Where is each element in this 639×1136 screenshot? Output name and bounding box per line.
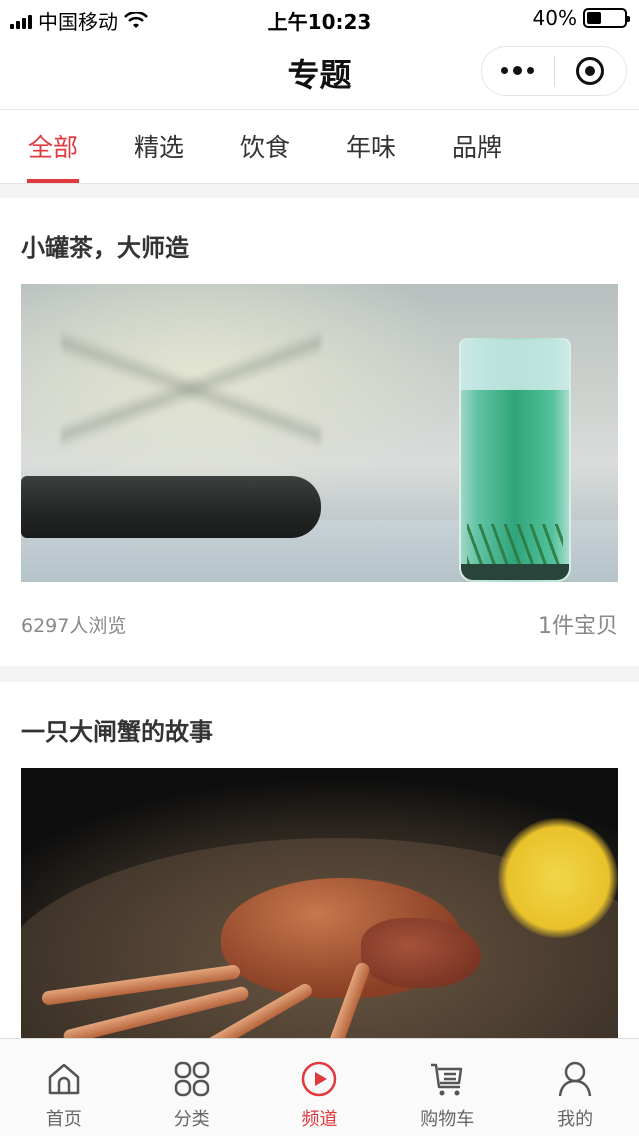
- tabbar-cart[interactable]: 购物车: [383, 1039, 511, 1136]
- more-menu-button[interactable]: [482, 66, 554, 75]
- topic-title: 小罐茶，大师造: [21, 234, 189, 262]
- tabbar-category[interactable]: 分类: [128, 1039, 256, 1136]
- battery-icon: [583, 8, 630, 28]
- tabbar-label: 频道: [301, 1109, 338, 1130]
- tab-new-year[interactable]: 年味: [318, 110, 424, 183]
- topic-list: 小罐茶，大师造 6297人浏览 1件宝贝 一只大闸蟹的故事: [0, 198, 639, 1038]
- target-icon: [576, 57, 605, 85]
- bamboo-leaves-blur: [61, 304, 321, 474]
- item-count: 1件宝贝: [538, 614, 618, 639]
- stone-slab: [21, 476, 321, 538]
- nav-bar: 专题: [0, 36, 639, 110]
- topic-title: 一只大闸蟹的故事: [21, 718, 213, 746]
- crab-image[interactable]: [21, 768, 618, 1038]
- category-icon: [174, 1061, 209, 1097]
- topic-card[interactable]: 小罐茶，大师造 6297人浏览 1件宝贝: [0, 198, 639, 666]
- glass-of-tea: [459, 338, 571, 582]
- chrysanthemum: [498, 818, 618, 938]
- tabbar-label: 分类: [173, 1109, 210, 1130]
- view-count: 6297人浏览: [21, 614, 127, 637]
- close-miniprogram-button[interactable]: [555, 57, 627, 85]
- tea-glass-image[interactable]: [21, 284, 618, 582]
- user-icon: [558, 1061, 592, 1097]
- status-right: 40%: [532, 6, 630, 30]
- tab-all[interactable]: 全部: [0, 110, 106, 183]
- tabbar-channel[interactable]: 频道: [256, 1039, 384, 1136]
- tabbar-label: 首页: [45, 1109, 82, 1130]
- play-icon: [302, 1061, 337, 1097]
- battery-percent: 40%: [532, 6, 577, 30]
- tabbar-label: 购物车: [420, 1109, 475, 1130]
- tab-featured[interactable]: 精选: [106, 110, 212, 183]
- topic-card[interactable]: 一只大闸蟹的故事: [0, 682, 639, 1038]
- tabbar-home[interactable]: 首页: [0, 1039, 128, 1136]
- dot-icon: [501, 67, 509, 74]
- tabbar-label: 我的: [557, 1109, 594, 1130]
- tab-food[interactable]: 饮食: [212, 110, 318, 183]
- status-bar: 中国移动 上午10:23 40%: [0, 0, 639, 36]
- bottom-tab-bar: 首页 分类 频道 购物车 我的: [0, 1038, 639, 1136]
- tab-brand[interactable]: 品牌: [424, 110, 530, 183]
- topic-meta: 6297人浏览 1件宝贝: [21, 582, 618, 666]
- miniprogram-capsule: [481, 46, 627, 96]
- dot-icon: [527, 67, 535, 74]
- dot-icon: [513, 66, 523, 75]
- tabbar-me[interactable]: 我的: [511, 1039, 639, 1136]
- cart-icon: [431, 1063, 463, 1096]
- home-icon: [48, 1063, 80, 1095]
- category-tabs: 全部 精选 饮食 年味 品牌: [0, 110, 639, 184]
